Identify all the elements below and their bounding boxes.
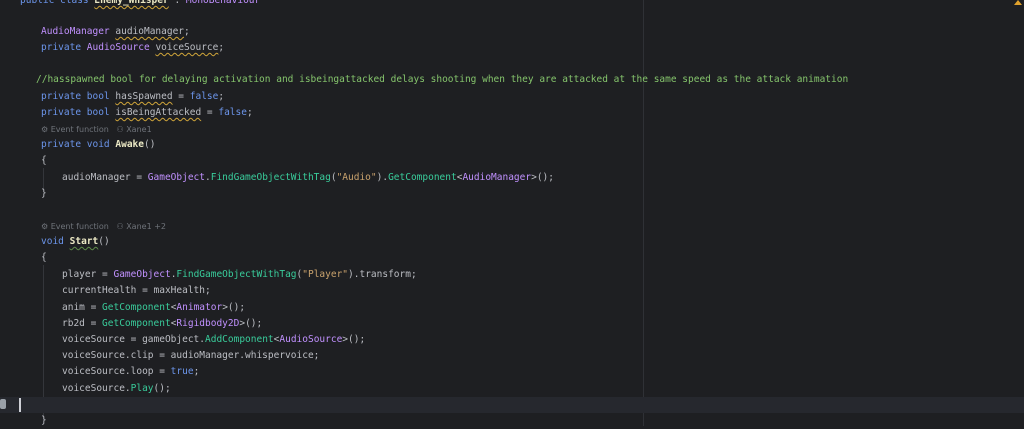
code-line: voiceSource = gameObject.AddComponent<Au… <box>62 334 366 345</box>
gutter-breakpoint-icon[interactable] <box>0 399 6 409</box>
code-line: private bool isBeingAttacked = false; <box>41 107 253 118</box>
code-line: private void Awake() <box>41 139 156 150</box>
code-line: AudioManager audioManager; <box>41 26 190 37</box>
code-line: player = GameObject.FindGameObjectWithTa… <box>62 269 417 280</box>
code-editor[interactable]: public class Enemy_Whisper : MonoBehavio… <box>0 0 1024 426</box>
code-line: voiceSource.Play(); <box>62 383 171 394</box>
code-vision-hint[interactable]: ⚙ Event function ⚇ Xane1 +2 <box>41 220 166 234</box>
code-line: public class Enemy_Whisper : MonoBehavio… <box>20 0 261 6</box>
code-line: } <box>41 415 47 426</box>
code-line: audioManager = GameObject.FindGameObject… <box>62 172 554 183</box>
code-line: anim = GetComponent<Animator>(); <box>62 302 246 313</box>
code-line: voiceSource.loop = true; <box>62 366 200 377</box>
code-comment: //hasspawned bool for delaying activatio… <box>36 74 849 85</box>
text-caret <box>19 398 21 412</box>
code-line: private AudioSource voiceSource; <box>41 42 225 53</box>
code-line: currentHealth = maxHealth; <box>62 285 211 296</box>
code-vision-hint[interactable]: ⚙ Event function ⚇ Xane1 <box>41 123 152 137</box>
code-line: rb2d = GetComponent<Rigidbody2D>(); <box>62 318 263 329</box>
current-line[interactable] <box>0 397 1024 413</box>
code-line: } <box>41 188 47 199</box>
code-line: { <box>41 155 47 166</box>
code-line: { <box>41 252 47 263</box>
code-line: void Start() <box>41 236 110 247</box>
code-line: private bool hasSpawned = false; <box>41 91 225 102</box>
code-line: voiceSource.clip = audioManager.whisperv… <box>62 350 320 361</box>
